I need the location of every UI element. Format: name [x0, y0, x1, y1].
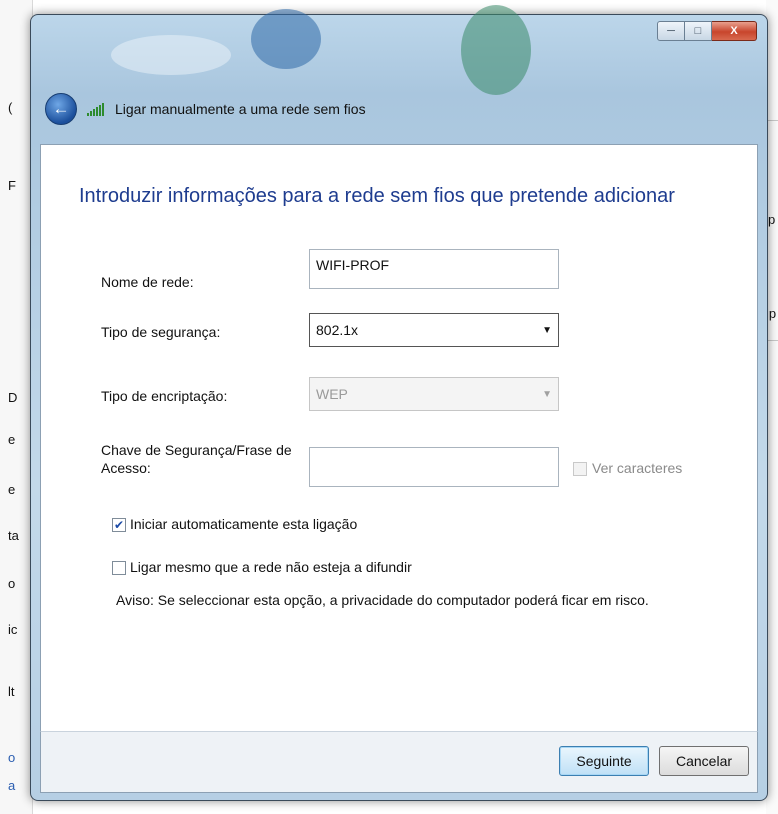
show-characters-label: Ver caracteres: [592, 460, 683, 476]
security-key-label-line: Chave de Segurança/Frase de: [101, 442, 292, 458]
dialog-footer: Seguinte Cancelar: [40, 731, 758, 793]
encryption-type-label: Tipo de encriptação:: [101, 388, 228, 404]
window-controls: ─ □ X: [657, 21, 757, 41]
back-button[interactable]: ←: [45, 93, 77, 125]
minimize-button[interactable]: ─: [657, 21, 685, 41]
show-characters-checkbox[interactable]: [573, 462, 587, 476]
aero-glass-reflection: [111, 35, 231, 75]
chevron-down-icon: ▼: [542, 324, 552, 336]
background-link[interactable]: a: [8, 778, 15, 793]
privacy-warning-text: Aviso: Se seleccionar esta opção, a priv…: [116, 592, 649, 608]
security-key-label-line: Acesso:: [101, 460, 151, 476]
background-link[interactable]: o: [8, 750, 15, 765]
background-text: ta: [8, 528, 19, 543]
background-text: D: [8, 390, 18, 405]
background-text: e: [8, 482, 16, 497]
connect-hidden-label: Ligar mesmo que a rede não esteja a difu…: [130, 559, 412, 575]
background-text: e: [8, 432, 16, 447]
aero-glass-reflection: [461, 5, 531, 95]
security-type-label: Tipo de segurança:: [101, 324, 221, 340]
cancel-button[interactable]: Cancelar: [659, 746, 749, 776]
dialog-title: Ligar manualmente a uma rede sem fios: [115, 101, 366, 117]
security-type-value: 802.1x: [316, 322, 359, 338]
close-button[interactable]: X: [712, 21, 757, 41]
wireless-setup-dialog: ─ □ X ← Ligar manualmente a uma rede sem…: [30, 5, 768, 801]
background-text: F: [8, 178, 16, 193]
background-text: p: [768, 212, 776, 227]
background-text: lt: [8, 684, 15, 699]
maximize-button[interactable]: □: [685, 21, 712, 41]
network-name-label: Nome de rede:: [101, 274, 194, 290]
network-name-input[interactable]: WIFI-PROF: [309, 249, 559, 289]
aero-glass-reflection: [251, 9, 321, 69]
encryption-type-value: WEP: [316, 386, 348, 402]
page-heading: Introduzir informações para a rede sem f…: [79, 185, 675, 207]
background-left-pane: ( F D e e ta o ic lt o a: [0, 0, 33, 814]
encryption-type-select[interactable]: WEP ▼: [309, 377, 559, 411]
auto-connect-label: Iniciar automaticamente esta ligação: [130, 516, 358, 532]
navigation-bar: ← Ligar manualmente a uma rede sem fios: [45, 93, 366, 125]
checkmark-icon: ✔: [113, 518, 125, 532]
back-arrow-icon: ←: [52, 99, 70, 118]
security-key-input[interactable]: [309, 447, 559, 487]
background-text: ic: [8, 622, 18, 637]
connect-hidden-checkbox[interactable]: [112, 561, 126, 575]
background-text: (: [8, 100, 13, 115]
chevron-down-icon: ▼: [542, 388, 552, 400]
content-panel: Introduzir informações para a rede sem f…: [40, 144, 758, 732]
background-text: o: [8, 576, 16, 591]
security-type-select[interactable]: 802.1x ▼: [309, 313, 559, 347]
security-key-label: Chave de Segurança/Frase de Acesso:: [101, 441, 292, 477]
next-button[interactable]: Seguinte: [559, 746, 649, 776]
wireless-signal-icon: [87, 102, 105, 116]
auto-connect-checkbox[interactable]: ✔: [112, 518, 126, 532]
